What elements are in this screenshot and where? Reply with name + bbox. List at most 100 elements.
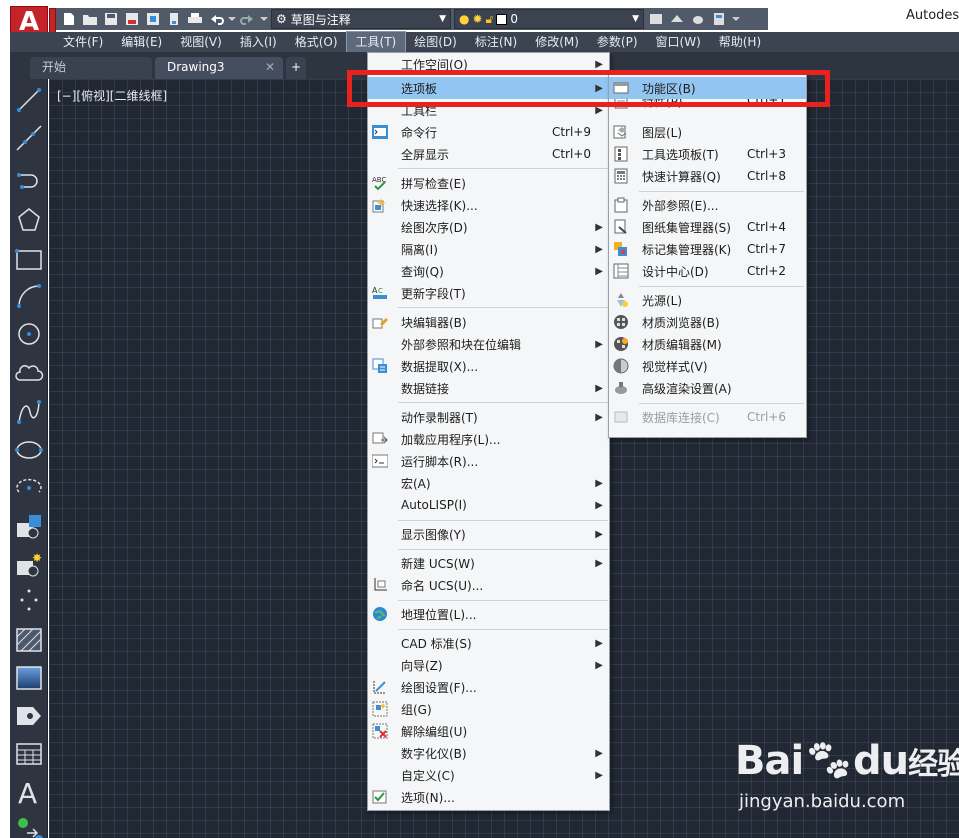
menu-item-macro[interactable]: 宏(A) ▶ bbox=[368, 472, 609, 494]
menu-item-isolate[interactable]: 隔离(I) ▶ bbox=[368, 238, 609, 260]
menu-item-markup-set-manager[interactable]: 标记集管理器(K) Ctrl+7 bbox=[609, 238, 806, 260]
spline-icon[interactable] bbox=[13, 397, 45, 427]
menu-item-external-references[interactable]: 外部参照(E)... bbox=[609, 194, 806, 216]
menu-window[interactable]: 窗口(W) bbox=[647, 32, 710, 52]
polygon-icon[interactable] bbox=[13, 205, 45, 235]
layer-properties-icon[interactable] bbox=[668, 11, 686, 27]
menu-insert[interactable]: 插入(I) bbox=[231, 32, 286, 52]
menu-item-ribbon[interactable]: 功能区(B) bbox=[609, 77, 806, 99]
menu-view[interactable]: 视图(V) bbox=[171, 32, 231, 52]
menu-item-data-links[interactable]: 数据链接 ▶ bbox=[368, 377, 609, 399]
hatch-icon[interactable] bbox=[13, 625, 45, 655]
undo-icon[interactable] bbox=[207, 11, 225, 27]
menu-item-design-center[interactable]: 设计中心(D) Ctrl+2 bbox=[609, 260, 806, 282]
menu-item-cad-standards[interactable]: CAD 标准(S) ▶ bbox=[368, 632, 609, 654]
region-icon[interactable] bbox=[13, 701, 45, 731]
menu-dimension[interactable]: 标注(N) bbox=[466, 32, 526, 52]
open-folder-icon[interactable] bbox=[81, 11, 99, 27]
redo-dropdown-icon[interactable] bbox=[260, 11, 268, 27]
menu-item-geographic-location[interactable]: 地理位置(L)... bbox=[368, 603, 609, 625]
layer-dropdown[interactable]: ● ✹ 🔓︎ 0 ▼ bbox=[454, 9, 644, 29]
customize-qat-icon[interactable] bbox=[731, 11, 741, 27]
rectangle-icon[interactable] bbox=[13, 245, 45, 275]
point-icon[interactable] bbox=[13, 585, 45, 615]
insert-block-icon[interactable] bbox=[13, 511, 45, 541]
menu-item-materials-editor[interactable]: 材质编辑器(M) bbox=[609, 333, 806, 355]
menu-item-layers[interactable]: 图层(L) bbox=[609, 121, 806, 143]
menu-file[interactable]: 文件(F) bbox=[54, 32, 112, 52]
menu-format[interactable]: 格式(O) bbox=[286, 32, 347, 52]
menu-item-drafting-settings[interactable]: 绘图设置(F)... bbox=[368, 676, 609, 698]
ellipse-arc-icon[interactable] bbox=[13, 473, 45, 503]
menu-item-lights[interactable]: 光源(L) bbox=[609, 289, 806, 311]
ellipse-icon[interactable] bbox=[13, 435, 45, 465]
menu-item-quickcalc[interactable]: 快速计算器(Q) Ctrl+8 bbox=[609, 165, 806, 187]
menu-item-toolbars[interactable]: 工具栏 ▶ bbox=[368, 99, 609, 121]
circle-icon[interactable] bbox=[13, 319, 45, 349]
menu-item-tablet[interactable]: 数字化仪(B) ▶ bbox=[368, 742, 609, 764]
menu-item-advanced-render-settings[interactable]: 高级渲染设置(A) bbox=[609, 377, 806, 399]
menu-item-sheet-set-manager[interactable]: 图纸集管理器(S) Ctrl+4 bbox=[609, 216, 806, 238]
save-icon[interactable] bbox=[102, 11, 120, 27]
viewport-controls[interactable]: [−][俯视][二维线框] bbox=[57, 87, 167, 104]
menu-modify[interactable]: 修改(M) bbox=[526, 32, 588, 52]
menu-item-spell-check[interactable]: ABC 拼写检查(E) bbox=[368, 172, 609, 194]
new-tab-button[interactable]: + bbox=[286, 57, 306, 79]
menu-item-ungroup[interactable]: 解除编组(U) bbox=[368, 720, 609, 742]
menu-item-draw-order[interactable]: 绘图次序(D) ▶ bbox=[368, 216, 609, 238]
gradient-icon[interactable] bbox=[13, 663, 45, 693]
tab-start[interactable]: 开始 bbox=[30, 57, 152, 79]
menu-item-workspaces[interactable]: 工作空间(O) ▶ bbox=[368, 53, 609, 75]
close-icon[interactable]: ✕ bbox=[265, 57, 275, 78]
arc-icon[interactable] bbox=[13, 281, 45, 311]
revision-cloud-icon[interactable] bbox=[13, 359, 45, 389]
menu-item-group[interactable]: 组(G) bbox=[368, 698, 609, 720]
open-web-icon[interactable] bbox=[144, 11, 162, 27]
undo-dropdown-icon[interactable] bbox=[228, 11, 236, 27]
menu-edit[interactable]: 编辑(E) bbox=[112, 32, 171, 52]
add-selected-icon[interactable] bbox=[13, 813, 45, 838]
redo-icon[interactable] bbox=[239, 11, 257, 27]
menu-item-palettes[interactable]: 选项板 ▶ bbox=[368, 77, 609, 99]
menu-item-action-recorder[interactable]: 动作录制器(T) ▶ bbox=[368, 406, 609, 428]
render-teapot-icon[interactable] bbox=[689, 11, 707, 27]
menu-item-properties[interactable]: 特性(P) Ctrl+1 bbox=[609, 99, 806, 111]
menu-item-update-fields[interactable]: A C 更新字段(T) bbox=[368, 282, 609, 304]
calculator-icon[interactable] bbox=[710, 11, 728, 27]
menu-item-quick-select[interactable]: 快速选择(K)... bbox=[368, 194, 609, 216]
polyline-icon[interactable] bbox=[13, 167, 45, 197]
menu-item-inquiry[interactable]: 查询(Q) ▶ bbox=[368, 260, 609, 282]
menu-item-named-ucs[interactable]: 命名 UCS(U)... bbox=[368, 574, 609, 596]
workspace-dropdown[interactable]: ⚙ 草图与注释 ▼ bbox=[271, 9, 451, 29]
table-icon[interactable] bbox=[13, 739, 45, 769]
menu-parametric[interactable]: 参数(P) bbox=[588, 32, 647, 52]
menu-item-xref-in-place-edit[interactable]: 外部参照和块在位编辑 ▶ bbox=[368, 333, 609, 355]
menu-item-new-ucs[interactable]: 新建 UCS(W) ▶ bbox=[368, 552, 609, 574]
construction-line-icon[interactable] bbox=[13, 123, 45, 153]
menu-item-data-extraction[interactable]: 数据提取(X)... bbox=[368, 355, 609, 377]
match-properties-icon[interactable] bbox=[647, 11, 665, 27]
menu-item-materials-browser[interactable]: 材质浏览器(B) bbox=[609, 311, 806, 333]
menu-item-tool-palettes[interactable]: 工具选项板(T) Ctrl+3 bbox=[609, 143, 806, 165]
make-block-icon[interactable]: ✸ bbox=[13, 549, 45, 579]
menu-item-autolisp[interactable]: AutoLISP(I) ▶ bbox=[368, 494, 609, 516]
menu-tools[interactable]: 工具(T) bbox=[345, 31, 407, 53]
tab-drawing3[interactable]: Drawing3 ✕ bbox=[155, 57, 283, 79]
save-as-icon[interactable] bbox=[123, 11, 141, 27]
new-file-icon[interactable] bbox=[60, 11, 78, 27]
menu-item-customize[interactable]: 自定义(C) ▶ bbox=[368, 764, 609, 786]
menu-item-block-editor[interactable]: 块编辑器(B) bbox=[368, 311, 609, 333]
multiline-text-icon[interactable]: A bbox=[13, 777, 45, 807]
plot-icon[interactable] bbox=[186, 11, 204, 27]
menu-item-options[interactable]: 选项(N)... bbox=[368, 786, 609, 808]
menu-item-display-image[interactable]: 显示图像(Y) ▶ bbox=[368, 523, 609, 545]
menu-item-command-line[interactable]: 命令行 Ctrl+9 bbox=[368, 121, 609, 143]
menu-draw[interactable]: 绘图(D) bbox=[405, 32, 466, 52]
save-web-icon[interactable] bbox=[165, 11, 183, 27]
menu-item-visual-styles[interactable]: 视觉样式(V) bbox=[609, 355, 806, 377]
menu-item-load-application[interactable]: 加载应用程序(L)... bbox=[368, 428, 609, 450]
menu-item-clean-screen[interactable]: 全屏显示 Ctrl+0 bbox=[368, 143, 609, 165]
menu-help[interactable]: 帮助(H) bbox=[710, 32, 770, 52]
line-tool-icon[interactable] bbox=[13, 85, 45, 115]
menu-item-wizards[interactable]: 向导(Z) ▶ bbox=[368, 654, 609, 676]
